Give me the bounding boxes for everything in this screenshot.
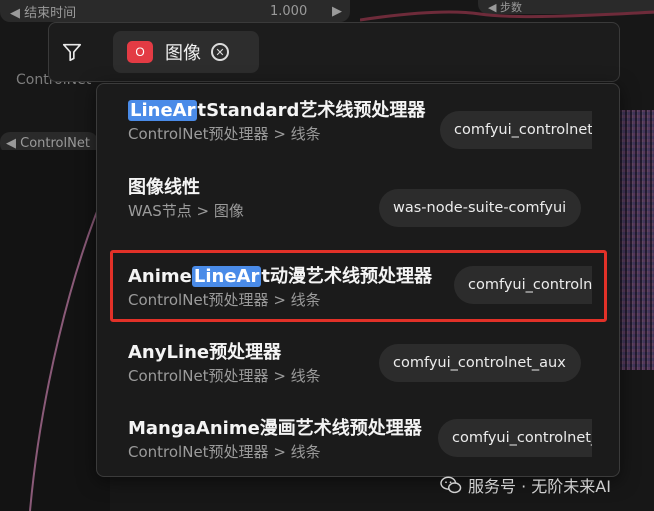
source-badge: comfyui_controlnet <box>440 111 592 149</box>
filter-chip-label: 图像 <box>165 43 201 64</box>
result-title: Anime LineAr t动漫艺术线预处理器 <box>128 262 432 288</box>
result-title: AnyLine预处理器 <box>128 342 282 363</box>
result-category: WAS节点 > 图像 <box>128 202 244 220</box>
result-title-rest: tStandard艺术线预处理器 <box>197 100 426 121</box>
result-category: ControlNet预处理器 > 线条 <box>128 125 321 143</box>
output-type-badge: O <box>127 41 153 63</box>
result-category: ControlNet预处理器 > 线条 <box>128 443 321 461</box>
background-curve <box>0 150 110 511</box>
source-badge: comfyui_controlnet_aux <box>379 344 581 382</box>
controlnet-widget-label: ◀ ControlNet <box>6 135 90 151</box>
result-item[interactable]: MangaAnime漫画艺术线预处理器 ControlNet预处理器 > 线条 … <box>97 404 619 476</box>
result-title: 图像线性 <box>128 177 200 198</box>
result-category: ControlNet预处理器 > 线条 <box>128 291 321 309</box>
end-time-increment-icon[interactable]: ▶ <box>332 4 342 19</box>
node-search-bar: O 图像 ✕ <box>48 22 620 82</box>
result-title: LineAr tStandard艺术线预处理器 <box>128 96 425 122</box>
match-highlight: LineAr <box>191 266 262 287</box>
source-badge: was-node-suite-comfyui <box>379 189 581 227</box>
result-item-selected[interactable]: Anime LineAr t动漫艺术线预处理器 ControlNet预处理器 > 线… <box>97 252 619 326</box>
result-category: ControlNet预处理器 > 线条 <box>128 367 321 385</box>
preview-image <box>618 110 654 370</box>
result-title-prefix: Anime <box>128 266 192 287</box>
filter-button[interactable] <box>49 23 95 81</box>
source-badge: comfyui_controln <box>454 266 592 304</box>
wechat-icon <box>440 476 462 494</box>
result-item[interactable]: LineAr tStandard艺术线预处理器 ControlNet预处理器 > … <box>97 84 619 158</box>
result-title: MangaAnime漫画艺术线预处理器 <box>128 418 422 439</box>
result-title-rest: t动漫艺术线预处理器 <box>261 266 432 287</box>
result-item[interactable]: AnyLine预处理器 ControlNet预处理器 > 线条 comfyui_… <box>97 328 619 402</box>
end-time-widget[interactable]: ◀ 结束时间 1.000 ▶ <box>0 0 350 22</box>
filter-icon <box>62 43 82 62</box>
end-time-label: ◀ 结束时间 <box>10 5 77 21</box>
match-highlight: LineAr <box>128 100 198 121</box>
filter-chip[interactable]: O 图像 ✕ <box>113 31 259 73</box>
watermark-text: 服务号 · 无阶未来AI <box>468 477 611 496</box>
search-results-list: LineAr tStandard艺术线预处理器 ControlNet预处理器 > … <box>96 83 620 477</box>
end-time-value: 1.000 <box>270 3 308 19</box>
close-icon[interactable]: ✕ <box>211 43 229 61</box>
source-badge: comfyui_controlnet_ <box>438 419 592 457</box>
result-item[interactable]: 图像线性 WAS节点 > 图像 was-node-suite-comfyui <box>97 174 619 248</box>
watermark: 服务号 · 无阶未来AI <box>440 472 611 498</box>
